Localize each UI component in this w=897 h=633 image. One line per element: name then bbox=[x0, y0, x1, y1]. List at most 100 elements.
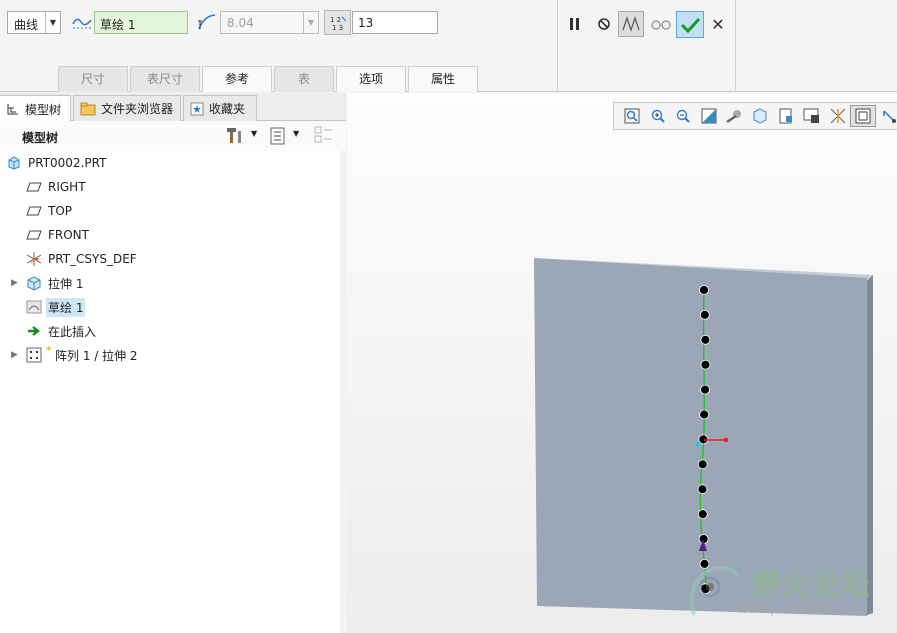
pattern-member-point[interactable] bbox=[697, 484, 708, 495]
tree-item-label: PRT0002.PRT bbox=[28, 156, 107, 170]
ok-check-icon bbox=[680, 17, 700, 33]
sketch-collector-value: 草绘 1 bbox=[100, 18, 136, 32]
tree-scrollbar[interactable] bbox=[340, 151, 346, 633]
datum-plane-icon bbox=[26, 179, 42, 195]
tab-options[interactable]: 选项 bbox=[336, 66, 406, 92]
sketch-collector-field[interactable]: 草绘 1 bbox=[94, 11, 188, 34]
expand-icon[interactable]: ▶ bbox=[11, 350, 18, 360]
pause-button[interactable] bbox=[562, 11, 588, 37]
tree-item-label: 在此插入 bbox=[48, 324, 97, 339]
chevron-down-icon: ▼ bbox=[45, 12, 60, 33]
tree-item-front[interactable]: FRONT bbox=[0, 223, 340, 247]
pattern-member-point[interactable] bbox=[697, 459, 708, 470]
filter-icon[interactable] bbox=[314, 126, 334, 149]
settings-tools-icon[interactable] bbox=[226, 127, 246, 148]
tree-item-sketch-1[interactable]: 草绘 1 bbox=[0, 295, 340, 319]
tab-table-dimensions[interactable]: 表尺寸 bbox=[130, 66, 200, 92]
spacing-icon bbox=[196, 12, 218, 32]
model-tree-icon bbox=[6, 102, 20, 116]
close-icon: ✕ bbox=[711, 14, 725, 34]
pattern-type-value: 曲线 bbox=[14, 18, 39, 32]
divider bbox=[557, 0, 558, 92]
pattern-member-point[interactable] bbox=[699, 309, 710, 320]
pattern-member-point[interactable] bbox=[700, 384, 710, 395]
model-tree-header: 模型树 ▼ ▼ bbox=[0, 121, 346, 151]
csys-icon bbox=[25, 251, 41, 267]
pattern-member-point[interactable] bbox=[700, 334, 711, 345]
chevron-down-icon[interactable]: ▼ bbox=[251, 129, 257, 138]
dashboard-tabs: 尺寸 表尺寸 参考 表 选项 属性 bbox=[58, 66, 480, 92]
part-icon bbox=[6, 155, 22, 171]
watermark-text: 野火论坛 bbox=[752, 568, 873, 601]
cancel-preview-icon bbox=[598, 18, 610, 30]
app-window: 曲线 ▼ 草绘 1 8.04 ▼ 1 21 3 13 尺寸 表尺寸 参考 表 选… bbox=[0, 0, 897, 633]
tree-item-csys[interactable]: PRT_CSYS_DEF bbox=[0, 247, 340, 271]
navigator-panel: 模型树 文件夹浏览器 收藏夹 模型树 ▼ ▼ PRT0002.PRT RIGHT… bbox=[0, 93, 346, 633]
glasses-icon bbox=[651, 20, 671, 30]
cancel-button[interactable]: ✕ bbox=[705, 11, 731, 37]
folder-icon bbox=[80, 102, 96, 116]
tree-item-label: 草绘 1 bbox=[46, 297, 86, 317]
ok-button[interactable] bbox=[676, 11, 704, 38]
tree-item-pattern-1[interactable]: ▶ * 阵列 1 / 拉伸 2 bbox=[0, 343, 340, 367]
tree-item-insert-here[interactable]: 在此插入 bbox=[0, 319, 340, 343]
pattern-member-point[interactable] bbox=[699, 409, 710, 420]
pattern-type-dropdown[interactable]: 曲线 ▼ bbox=[7, 11, 61, 34]
tree-item-label: 阵列 1 / 拉伸 2 bbox=[55, 348, 138, 363]
svg-text:1 3: 1 3 bbox=[332, 24, 343, 32]
spacing-value: 8.04 bbox=[227, 16, 254, 30]
no-preview-button[interactable] bbox=[591, 11, 617, 37]
tab-references[interactable]: 参考 bbox=[202, 66, 272, 92]
chevron-down-icon[interactable]: ▼ bbox=[293, 129, 299, 138]
new-feature-star-icon: * bbox=[46, 344, 52, 357]
expand-icon[interactable]: ▶ bbox=[11, 278, 18, 288]
navigator-tabs: 模型树 文件夹浏览器 收藏夹 bbox=[0, 93, 346, 122]
model-tree-title: 模型树 bbox=[22, 131, 59, 145]
tab-folder-browser-label: 文件夹浏览器 bbox=[101, 102, 174, 116]
tree-item-top[interactable]: TOP bbox=[0, 199, 340, 223]
watermark-url: www.proewildfire.cn bbox=[739, 602, 861, 616]
pattern-member-point[interactable] bbox=[699, 285, 709, 295]
tab-model-tree[interactable]: 模型树 bbox=[0, 95, 71, 122]
tab-table[interactable]: 表 bbox=[274, 66, 334, 92]
spacing-dropdown[interactable]: 8.04 ▼ bbox=[220, 11, 319, 34]
member-count-value: 13 bbox=[358, 16, 374, 30]
tree-item-extrude-1[interactable]: ▶ 拉伸 1 bbox=[0, 271, 340, 295]
tree-item-label: RIGHT bbox=[48, 180, 86, 194]
show-menu-icon[interactable] bbox=[270, 127, 286, 148]
pattern-member-point[interactable] bbox=[697, 509, 708, 520]
insert-here-icon bbox=[26, 323, 42, 339]
pattern-icon bbox=[26, 347, 42, 363]
tree-item-label: FRONT bbox=[48, 228, 89, 242]
model-tree: PRT0002.PRT RIGHT TOP FRONT PRT_CSYS_DEF bbox=[0, 151, 340, 367]
extrude-icon bbox=[26, 275, 42, 291]
tab-dimensions[interactable]: 尺寸 bbox=[58, 66, 128, 92]
divider bbox=[735, 0, 736, 92]
favorites-icon bbox=[190, 102, 204, 116]
verify-button[interactable] bbox=[618, 11, 644, 37]
verify-icon bbox=[622, 16, 640, 32]
svg-text:1 2: 1 2 bbox=[330, 16, 341, 24]
tab-favorites[interactable]: 收藏夹 bbox=[183, 95, 257, 121]
member-count-field[interactable]: 13 bbox=[352, 11, 438, 34]
tab-model-tree-label: 模型树 bbox=[25, 102, 62, 117]
chevron-down-icon: ▼ bbox=[303, 12, 318, 33]
datum-plane-icon bbox=[26, 203, 42, 219]
graphics-window[interactable]: 野火论坛 www.proewildfire.cn bbox=[347, 93, 897, 633]
glasses-button[interactable] bbox=[648, 11, 674, 37]
tab-properties[interactable]: 属性 bbox=[408, 66, 478, 92]
member-count-icon[interactable]: 1 21 3 bbox=[324, 10, 351, 35]
pause-icon bbox=[570, 18, 579, 30]
datum-plane-icon bbox=[26, 227, 42, 243]
sketch-icon bbox=[26, 299, 42, 315]
tab-favorites-label: 收藏夹 bbox=[209, 102, 246, 116]
tree-item-label: 拉伸 1 bbox=[48, 276, 84, 291]
tab-folder-browser[interactable]: 文件夹浏览器 bbox=[73, 95, 181, 121]
curve-reference-icon bbox=[71, 13, 93, 31]
tree-item-part[interactable]: PRT0002.PRT bbox=[0, 151, 340, 175]
pattern-dashboard: 曲线 ▼ 草绘 1 8.04 ▼ 1 21 3 13 尺寸 表尺寸 参考 表 选… bbox=[0, 0, 897, 92]
tree-item-right[interactable]: RIGHT bbox=[0, 175, 340, 199]
model-viewport[interactable] bbox=[347, 93, 897, 633]
pattern-member-point[interactable] bbox=[700, 359, 711, 370]
tree-item-label: PRT_CSYS_DEF bbox=[48, 252, 137, 266]
